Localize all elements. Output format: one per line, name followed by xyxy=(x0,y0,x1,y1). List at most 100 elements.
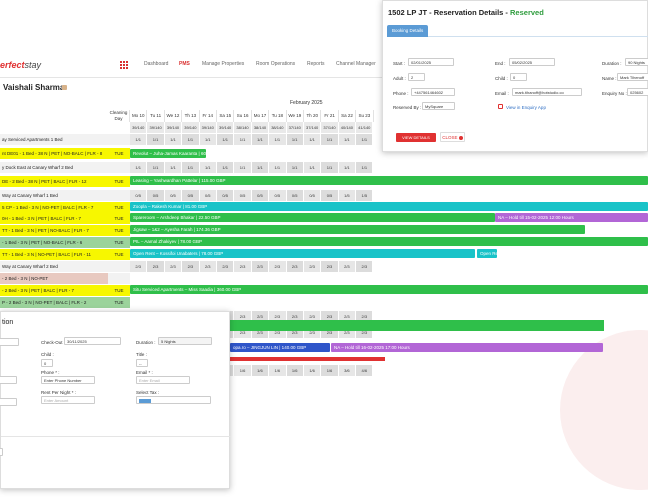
nav-manage-properties[interactable]: Manage Properties xyxy=(202,61,244,67)
inventory-cell: 1/1 xyxy=(356,162,374,173)
inventory-row: 1/1 1/1 1/1 1/1 1/1 1/1 1/1 1/1 1/1 1/1 1/1 1/1 1/1 1… xyxy=(130,134,374,145)
rent-input[interactable]: Enter Amount xyxy=(41,396,95,404)
day-header: Sa 22 xyxy=(339,110,357,122)
inventory-cell: 2/3 xyxy=(269,261,287,272)
child-select[interactable]: 0 xyxy=(41,359,53,367)
unit-row-label[interactable]: - 2 Bed - 3 N | PET | BALC | FLR - 7 xyxy=(0,285,108,296)
child-select[interactable]: 0 xyxy=(510,73,527,81)
email-input[interactable]: Enter Email xyxy=(136,376,190,384)
last-name-field[interactable] xyxy=(0,398,17,406)
inventory-cell: 1/1 xyxy=(147,162,165,173)
inventory-cell: 1/1 xyxy=(130,134,148,145)
duration-field[interactable]: 90 Nights xyxy=(625,58,648,66)
booking-bar[interactable]: Situ Serviced Apartments – Miss Saadia |… xyxy=(130,285,648,294)
unit-row-label[interactable]: - 1 Bed - 3 N | PET | NO-BALC | FLR - 6 xyxy=(0,237,108,248)
app-logo[interactable]: erfectstay xyxy=(0,60,41,70)
edit-icon[interactable] xyxy=(62,85,67,90)
unit-row-label[interactable]: P - 2 Bed - 3 N | NO-PET | BALC | FLR - … xyxy=(0,297,108,308)
booking-bar[interactable]: opa.ro – JINGJUN LIN | 140.00 GBP xyxy=(230,343,330,352)
external-link-icon xyxy=(498,104,503,109)
checkout-field[interactable]: 30/11/2025 xyxy=(64,337,121,345)
title-select[interactable]: -- xyxy=(136,359,148,367)
inventory-row: 1/1 1/1 1/1 1/1 1/1 1/1 1/1 1/1 1/1 1/1 1/1 1/1 1/1 1… xyxy=(130,162,374,173)
property-group-label[interactable]: y Dock East at Canary Wharf 2 Bed xyxy=(0,162,108,173)
booking-strip[interactable] xyxy=(230,357,385,361)
phone-label: Phone : xyxy=(393,91,409,96)
start-date-field[interactable]: 02/01/2025 xyxy=(408,58,454,66)
booking-strip[interactable] xyxy=(230,320,604,331)
adult-select[interactable]: 2 xyxy=(408,73,425,81)
inventory-cell: 2/3 xyxy=(251,261,270,272)
tax-select[interactable] xyxy=(136,396,211,404)
day-header: Fr 14 xyxy=(200,110,217,122)
property-group-label[interactable]: Way at Canary Wharf 1 Bed xyxy=(0,190,108,201)
nav-channel-manager[interactable]: Channel Manager xyxy=(336,61,376,67)
booking-bar[interactable]: NA – Hold till 16-02-2025 17:00 Hours xyxy=(331,343,603,352)
booking-bar[interactable]: Zoopla – Rakesh Kumar | 81.00 GBP xyxy=(130,202,648,211)
inventory-cell: 1/1 xyxy=(234,162,252,173)
owner-name: Vaishali Sharma xyxy=(3,83,65,92)
inventory-cell: 2/3 xyxy=(234,261,252,272)
booking-bar[interactable]: Open Re xyxy=(477,249,497,258)
unit-row-label[interactable]: 0H - 1 Bed - 3 N | PET | BALC | FLR - 7 xyxy=(0,213,108,224)
unit-row-label[interactable]: nt DE01 - 1 Bed - 38 N | PET | NO-BALC |… xyxy=(0,148,108,159)
nav-reports[interactable]: Reports xyxy=(307,61,325,67)
inventory-cell: 2/3 xyxy=(356,261,374,272)
unit-row-label[interactable]: TT - 1 Bed - 3 N | NO-PET | BALC | FLR -… xyxy=(0,249,108,260)
booking-bar[interactable]: Leasing – Yashwardhan Pattelar | 115.00 … xyxy=(130,176,648,185)
inventory-cell: 2/3 xyxy=(216,261,235,272)
booking-bar[interactable]: Jigsaw – 1&2 – Ayesha Farah | 174.36 GBP xyxy=(130,225,585,234)
day-header: Mo 10 xyxy=(130,110,148,122)
phone-input[interactable]: Enter Phone Number xyxy=(41,376,95,384)
inventory-cell: 1/6 xyxy=(234,365,252,376)
unit-row-label[interactable]: DE - 2 Bed - 38 N | PET | BALC | FLR - 1… xyxy=(0,176,108,187)
inventory-cell: 2/3 xyxy=(199,261,217,272)
first-name-field[interactable] xyxy=(0,376,17,384)
nav-room-operations[interactable]: Room Operations xyxy=(256,61,295,67)
inventory-cell: 1/6 xyxy=(269,365,287,376)
inventory-row: 0/5 0/5 0/5 0/5 0/5 0/5 0/5 0/5 0/5 0/5 0/5 0/5 1/5 1… xyxy=(130,190,374,201)
unit-row-label[interactable]: TT - 1 Bed - 3 N | PET | NO-BALC | FLR -… xyxy=(0,225,108,236)
inventory-cell: 1/1 xyxy=(321,162,339,173)
booking-bar[interactable]: Open Rent – Kossifoi Unabaters | 78.00 G… xyxy=(130,249,475,258)
booking-bar[interactable]: Revolut – Juha-Jamas Kaaranta | 60.00 GB… xyxy=(130,149,206,158)
inventory-cell: 3/6 xyxy=(338,365,357,376)
checkin-field[interactable] xyxy=(0,338,19,346)
modal-title: tion xyxy=(2,319,14,326)
booking-bar[interactable]: Spareroom – Arshdeep Bhakar | 22.50 GBP xyxy=(130,213,495,222)
name-field[interactable]: Mark Tihenoff xyxy=(617,73,648,81)
inventory-cell: 1/1 xyxy=(251,134,270,145)
day-header: Su 23 xyxy=(356,110,374,122)
tab-booking-details[interactable]: Booking Details xyxy=(387,25,429,37)
inventory-cell: 1/6 xyxy=(303,365,322,376)
booking-bar[interactable]: PIL – Aamal Zhakiyev | 78.00 GBP xyxy=(130,237,648,246)
availability-cell: 38/140 xyxy=(234,122,252,133)
close-button[interactable]: CLOSE xyxy=(440,132,465,142)
view-details-button[interactable]: VIEW DETAILS xyxy=(396,133,436,142)
property-group-label[interactable]: Way at Canary Wharf 2 Bed xyxy=(0,261,108,272)
inventory-cell: 0/5 xyxy=(303,190,322,201)
title-label: Title : xyxy=(136,352,147,357)
apps-grid-icon[interactable] xyxy=(119,60,128,69)
email-field[interactable]: mark.tihanoff@hotstudio.co xyxy=(512,88,582,96)
enquiry-field[interactable]: 025602 xyxy=(627,88,648,96)
day-header: Tu 18 xyxy=(269,110,287,122)
property-group-label[interactable]: - 2 Bed - 3 N | NO-PET xyxy=(0,273,108,284)
availability-cell: 40/140 xyxy=(338,122,357,133)
inventory-cell: 0/5 xyxy=(321,190,339,201)
inventory-cell: 0/5 xyxy=(234,190,252,201)
property-group-label[interactable]: ay Serviced Apartments 1 Bed xyxy=(0,134,108,145)
reserved-by-field[interactable]: MySquare xyxy=(422,102,455,110)
notes-field[interactable] xyxy=(0,448,3,456)
inventory-cell: 0/5 xyxy=(251,190,270,201)
duration-label: Duration : xyxy=(136,340,156,345)
availability-cell: 39/140 xyxy=(216,122,235,133)
availability-cell: 38/140 xyxy=(269,122,287,133)
enquiry-app-link[interactable]: View in Enquiry App xyxy=(506,105,546,110)
phone-field[interactable]: +447561464602 xyxy=(411,88,455,96)
unit-row-label[interactable]: 5 CP - 1 Bed - 3 N | NO-PET | BALC | FLR… xyxy=(0,202,108,213)
end-date-field[interactable]: 05/02/2025 xyxy=(509,58,555,66)
booking-bar[interactable]: NA – Hold till 15-02-2025 12:00 Hours xyxy=(495,213,648,222)
nav-pms[interactable]: PMS xyxy=(179,61,190,67)
nav-dashboard[interactable]: Dashboard xyxy=(144,61,168,67)
